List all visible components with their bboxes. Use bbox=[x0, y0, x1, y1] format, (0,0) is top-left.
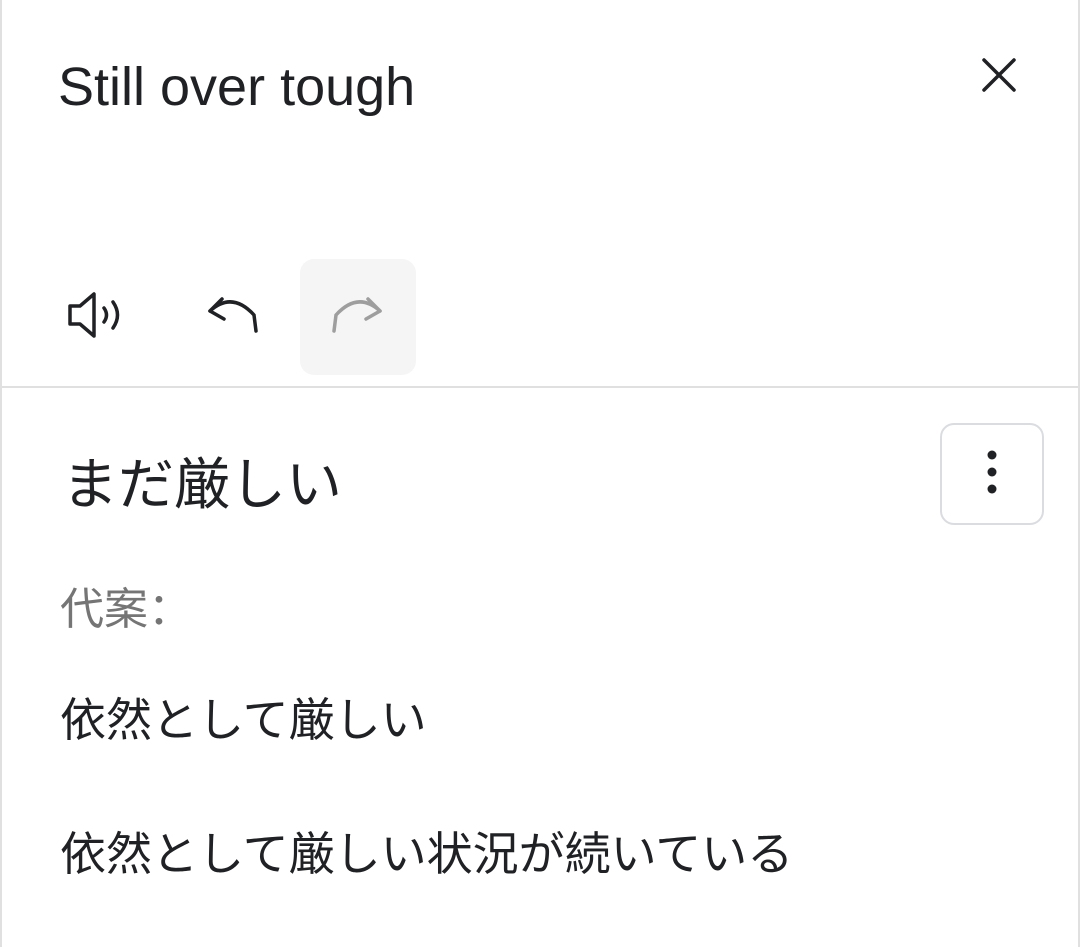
close-icon bbox=[979, 55, 1019, 99]
alternatives-label: 代案： bbox=[60, 584, 192, 635]
translation-text[interactable]: まだ厳しい bbox=[62, 450, 342, 522]
listen-button[interactable] bbox=[48, 259, 144, 375]
source-text[interactable]: Still over tough bbox=[58, 52, 415, 122]
undo-icon bbox=[202, 293, 262, 341]
close-button[interactable] bbox=[970, 48, 1028, 106]
volume-icon bbox=[66, 290, 128, 344]
alternative-item[interactable]: 依然として厳しい bbox=[60, 690, 427, 750]
redo-button[interactable] bbox=[300, 259, 416, 375]
source-section: Still over tough bbox=[2, 0, 1078, 388]
undo-button[interactable] bbox=[184, 259, 280, 375]
more-options-button[interactable] bbox=[940, 423, 1044, 525]
alternative-item[interactable]: 依然として厳しい状況が続いている bbox=[60, 824, 793, 884]
redo-icon bbox=[328, 293, 388, 341]
translation-panel: Still over tough まだ厳しい 代案： 依然として厳しい 依然とし… bbox=[0, 0, 1080, 947]
toolbar bbox=[48, 259, 436, 375]
more-vert-icon bbox=[984, 449, 1000, 499]
